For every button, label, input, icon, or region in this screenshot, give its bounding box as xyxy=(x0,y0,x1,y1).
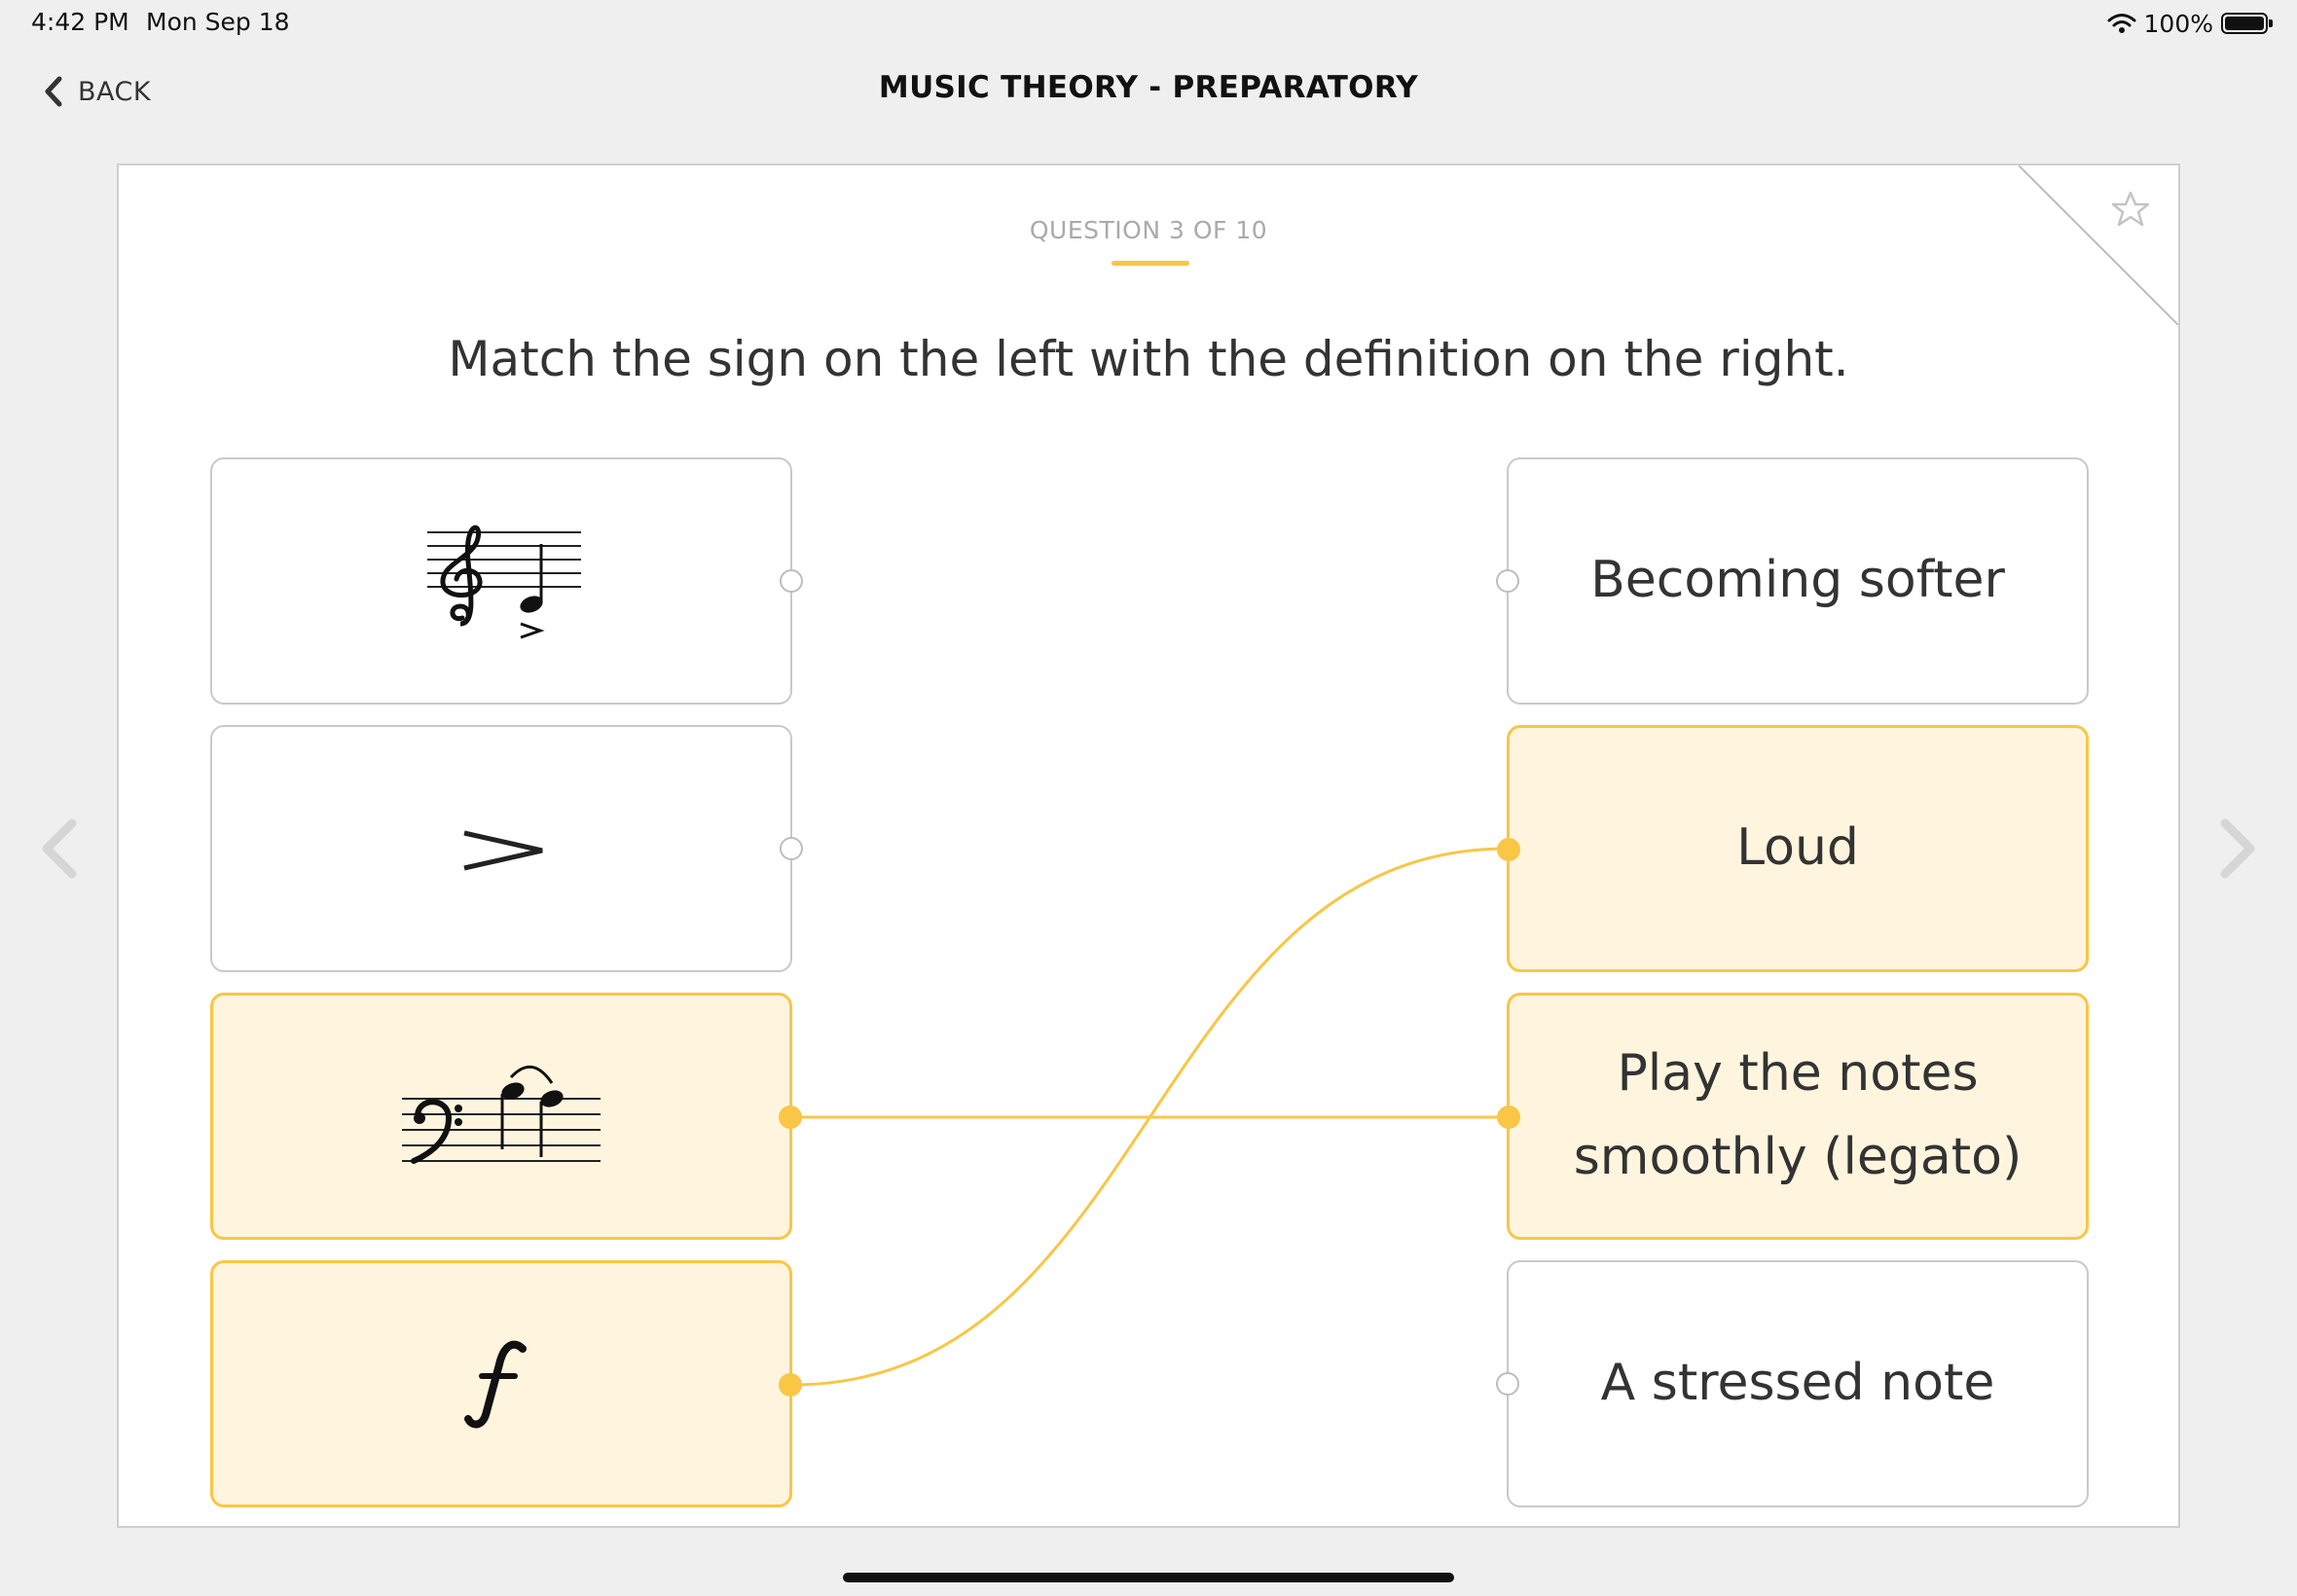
definition-tile-3[interactable]: Play the notes smoothly (legato) xyxy=(1497,993,2089,1240)
definition-tile-4[interactable]: A stressed note xyxy=(1496,1260,2089,1507)
sign-tile-1[interactable] xyxy=(210,457,803,705)
definition-1-connector-dot[interactable] xyxy=(1496,569,1519,593)
question-instruction: Match the sign on the left with the defi… xyxy=(448,331,1849,387)
sign-tile-2[interactable] xyxy=(210,725,803,972)
battery-icon xyxy=(2221,13,2273,34)
previous-question-button[interactable] xyxy=(31,810,90,888)
connector-line xyxy=(791,847,1508,1387)
definition-label: A stressed note xyxy=(1600,1354,1995,1413)
page-title: MUSIC THEORY - PREPARATORY xyxy=(878,70,1419,105)
battery-level xyxy=(2225,17,2264,30)
bookmark-corner[interactable] xyxy=(2019,165,2178,325)
question-card: QUESTION 3 OF 10 Match the sign on the l… xyxy=(117,163,2180,1528)
sign-3-connector-dot[interactable] xyxy=(779,1106,802,1129)
forte-sign-icon xyxy=(464,1340,527,1429)
status-bar: 4:42 PM Mon Sep 18 100% xyxy=(0,0,2297,47)
definition-label: Loud xyxy=(1736,818,1859,878)
sign-2-connector-dot[interactable] xyxy=(780,837,803,860)
bass-clef-slurred-notes-icon xyxy=(402,1066,601,1164)
accent-sign-icon xyxy=(463,830,543,871)
chevron-right-icon xyxy=(2220,818,2255,879)
question-counter-underline xyxy=(1112,261,1189,266)
definition-label: Becoming softer xyxy=(1590,551,2005,610)
question-counter: QUESTION 3 OF 10 xyxy=(1029,216,1268,244)
definition-2-connector-dot[interactable] xyxy=(1497,838,1520,861)
status-time: 4:42 PM xyxy=(31,8,129,36)
definition-3-connector-dot[interactable] xyxy=(1497,1106,1520,1129)
home-indicator[interactable] xyxy=(843,1573,1454,1582)
definition-label: Play the notes smoothly (legato) xyxy=(1573,1044,2023,1186)
chevron-left-icon xyxy=(42,818,77,879)
definition-tile-1[interactable]: Becoming softer xyxy=(1496,457,2089,705)
nav-bar: BACK MUSIC THEORY - PREPARATORY xyxy=(0,49,2297,130)
sign-tile-3[interactable] xyxy=(210,993,802,1240)
treble-clef-accented-note-icon xyxy=(427,525,581,639)
definition-tile-2[interactable]: Loud xyxy=(1497,725,2089,972)
status-indicators: 100% xyxy=(2107,6,2273,41)
sign-1-connector-dot[interactable] xyxy=(780,569,803,593)
battery-percent: 100% xyxy=(2143,9,2213,38)
status-date: Mon Sep 18 xyxy=(146,8,290,36)
sign-4-connector-dot[interactable] xyxy=(779,1373,802,1396)
next-question-button[interactable] xyxy=(2207,810,2266,888)
sign-tile-4[interactable] xyxy=(210,1260,802,1507)
wifi-icon xyxy=(2107,14,2136,33)
definition-4-connector-dot[interactable] xyxy=(1496,1372,1519,1396)
